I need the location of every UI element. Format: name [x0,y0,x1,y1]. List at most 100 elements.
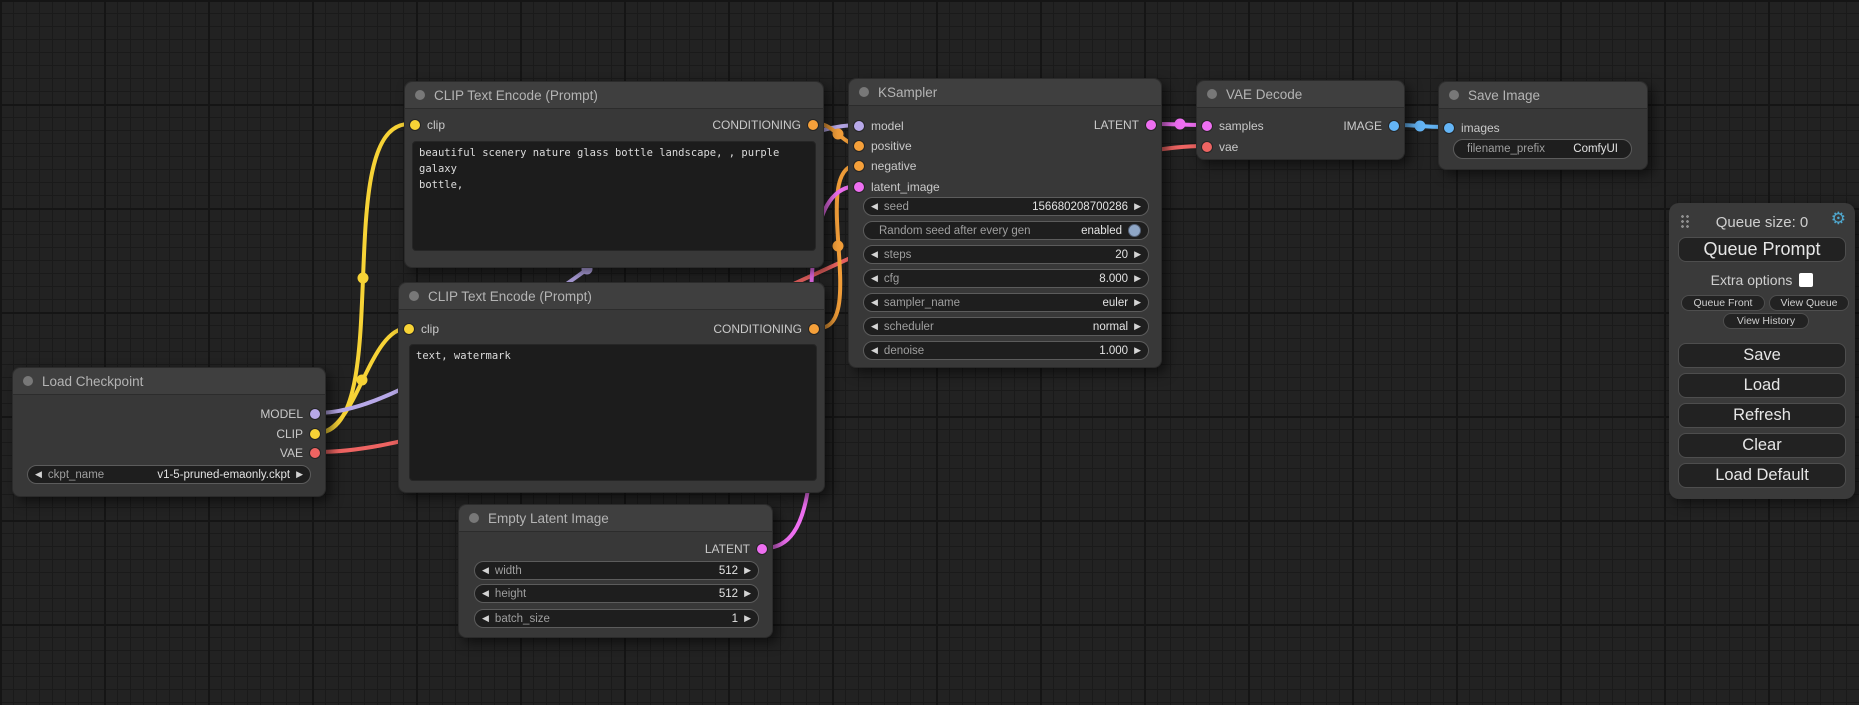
decrement-icon[interactable]: ◀ [871,346,878,355]
increment-icon[interactable]: ▶ [744,589,751,598]
drag-handle-icon[interactable] [1680,214,1689,228]
node-title-bar[interactable]: VAE Decode [1197,81,1404,108]
sampler-name-widget[interactable]: ◀ sampler_name euler ▶ [863,293,1149,312]
filename-prefix-widget[interactable]: filename_prefix ComfyUI [1453,139,1632,159]
increment-icon[interactable]: ▶ [744,566,751,575]
conditioning-port-dot[interactable] [808,120,818,130]
image-port-dot[interactable] [1389,121,1399,131]
link-midpoint-dot [833,241,844,252]
input-port-negative: negative [854,159,916,173]
latent-port-dot[interactable] [757,544,767,554]
prev-value-icon[interactable]: ◀ [35,470,42,479]
collapse-dot-icon[interactable] [859,87,869,97]
node-title-bar[interactable]: KSampler [849,79,1161,106]
decrement-icon[interactable]: ◀ [482,614,489,623]
model-port-dot[interactable] [310,409,320,419]
extra-options-checkbox[interactable] [1799,273,1813,287]
node-title-bar[interactable]: Save Image [1439,82,1647,109]
node-ksampler[interactable]: KSampler model positive negative latent_… [848,78,1162,368]
load-button[interactable]: Load [1678,373,1846,398]
batch-size-widget[interactable]: ◀ batch_size 1 ▶ [474,609,759,628]
decrement-icon[interactable]: ◀ [482,566,489,575]
clip-port-dot[interactable] [404,324,414,334]
latent-port-dot[interactable] [1202,121,1212,131]
cfg-widget[interactable]: ◀ cfg 8.000 ▶ [863,269,1149,288]
node-title: Save Image [1468,88,1540,103]
output-port-image: IMAGE [1343,119,1399,133]
output-port-latent: LATENT [705,542,767,556]
node-graph-canvas[interactable]: Load Checkpoint MODEL CLIP VAE ◀ ckpt_na… [0,0,1859,705]
vae-port-dot[interactable] [310,448,320,458]
save-button[interactable]: Save [1678,343,1846,368]
negative-prompt-textarea[interactable]: text, watermark [409,344,817,481]
decrement-icon[interactable]: ◀ [482,589,489,598]
next-value-icon[interactable]: ▶ [1134,322,1141,331]
node-title-bar[interactable]: Empty Latent Image [459,505,772,532]
collapse-dot-icon[interactable] [1449,90,1459,100]
node-title: CLIP Text Encode (Prompt) [428,289,592,304]
clip-port-dot[interactable] [310,429,320,439]
positive-prompt-textarea[interactable]: beautiful scenery nature glass bottle la… [412,141,816,251]
model-port-dot[interactable] [854,121,864,131]
collapse-dot-icon[interactable] [23,376,33,386]
input-port-samples: samples [1202,119,1264,133]
image-port-dot[interactable] [1444,123,1454,133]
node-empty-latent-image[interactable]: Empty Latent Image LATENT ◀ width 512 ▶ … [458,504,773,638]
settings-gear-icon[interactable]: ⚙ [1831,210,1846,227]
view-queue-button[interactable]: View Queue [1769,295,1849,311]
increment-icon[interactable]: ▶ [1134,346,1141,355]
view-history-button[interactable]: View History [1723,313,1809,329]
queue-front-button[interactable]: Queue Front [1681,295,1765,311]
refresh-button[interactable]: Refresh [1678,403,1846,428]
input-port-clip: clip [404,322,439,336]
collapse-dot-icon[interactable] [415,90,425,100]
decrement-icon[interactable]: ◀ [871,250,878,259]
node-clip-text-encode-positive[interactable]: CLIP Text Encode (Prompt) clip CONDITION… [404,81,824,268]
steps-widget[interactable]: ◀ steps 20 ▶ [863,245,1149,264]
conditioning-port-dot[interactable] [809,324,819,334]
node-vae-decode[interactable]: VAE Decode samples vae IMAGE [1196,80,1405,160]
collapse-dot-icon[interactable] [409,291,419,301]
node-title: KSampler [878,85,937,100]
prev-value-icon[interactable]: ◀ [871,298,878,307]
node-save-image[interactable]: Save Image images filename_prefix ComfyU… [1438,81,1648,170]
increment-icon[interactable]: ▶ [1134,250,1141,259]
denoise-widget[interactable]: ◀ denoise 1.000 ▶ [863,341,1149,360]
node-clip-text-encode-negative[interactable]: CLIP Text Encode (Prompt) clip CONDITION… [398,282,825,493]
next-value-icon[interactable]: ▶ [296,470,303,479]
prev-value-icon[interactable]: ◀ [871,322,878,331]
collapse-dot-icon[interactable] [469,513,479,523]
node-title-bar[interactable]: CLIP Text Encode (Prompt) [405,82,823,109]
node-title: Empty Latent Image [488,511,609,526]
link-midpoint-dot [357,375,368,386]
ckpt-name-widget[interactable]: ◀ ckpt_name v1-5-pruned-emaonly.ckpt ▶ [27,465,311,484]
conditioning-port-dot[interactable] [854,161,864,171]
increment-icon[interactable]: ▶ [744,614,751,623]
queue-prompt-button[interactable]: Queue Prompt [1678,237,1846,262]
node-title-bar[interactable]: Load Checkpoint [13,368,325,395]
conditioning-port-dot[interactable] [854,141,864,151]
node-title: CLIP Text Encode (Prompt) [434,88,598,103]
toggle-dot-icon[interactable] [1128,224,1141,237]
random-seed-toggle[interactable]: Random seed after every gen enabled [863,221,1149,240]
width-widget[interactable]: ◀ width 512 ▶ [474,561,759,580]
increment-icon[interactable]: ▶ [1134,202,1141,211]
latent-port-dot[interactable] [854,182,864,192]
latent-port-dot[interactable] [1146,120,1156,130]
node-title-bar[interactable]: CLIP Text Encode (Prompt) [399,283,824,310]
seed-widget[interactable]: ◀ seed 156680208700286 ▶ [863,197,1149,216]
node-load-checkpoint[interactable]: Load Checkpoint MODEL CLIP VAE ◀ ckpt_na… [12,367,326,497]
decrement-icon[interactable]: ◀ [871,202,878,211]
clear-button[interactable]: Clear [1678,433,1846,458]
increment-icon[interactable]: ▶ [1134,274,1141,283]
load-default-button[interactable]: Load Default [1678,463,1846,488]
output-port-latent: LATENT [1094,118,1156,132]
clip-port-dot[interactable] [410,120,420,130]
decrement-icon[interactable]: ◀ [871,274,878,283]
vae-port-dot[interactable] [1202,142,1212,152]
next-value-icon[interactable]: ▶ [1134,298,1141,307]
collapse-dot-icon[interactable] [1207,89,1217,99]
link-midpoint-dot [1175,119,1186,130]
height-widget[interactable]: ◀ height 512 ▶ [474,584,759,603]
scheduler-widget[interactable]: ◀ scheduler normal ▶ [863,317,1149,336]
